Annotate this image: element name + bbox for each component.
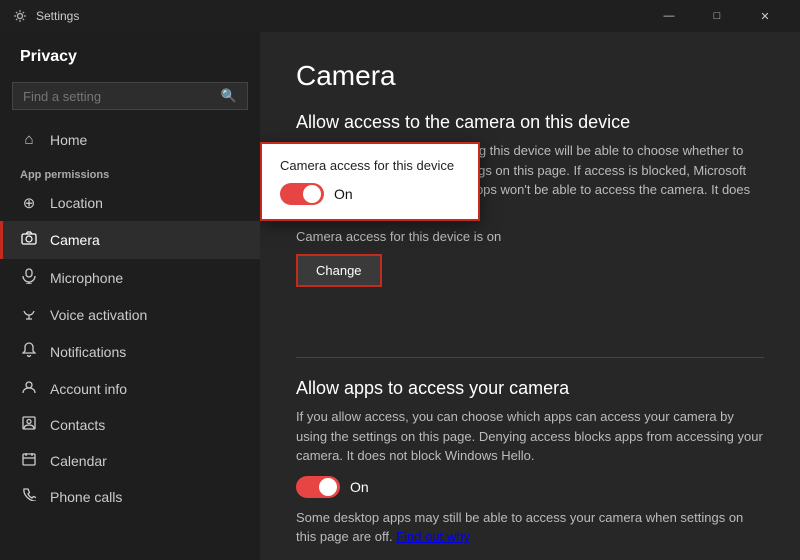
bottom-note: Some desktop apps may still be able to a… bbox=[296, 508, 764, 547]
search-icon: 🔍 bbox=[221, 88, 237, 104]
section1-heading: Allow access to the camera on this devic… bbox=[296, 112, 764, 133]
search-box[interactable]: 🔍 bbox=[12, 82, 248, 110]
calendar-icon bbox=[20, 452, 38, 470]
page-title: Camera bbox=[296, 60, 764, 92]
apps-toggle-knob bbox=[319, 478, 337, 496]
microphone-icon bbox=[20, 268, 38, 288]
window-controls: — □ ✕ bbox=[646, 0, 788, 32]
search-input[interactable] bbox=[23, 89, 221, 104]
location-label: Location bbox=[50, 195, 103, 211]
camera-icon bbox=[20, 230, 38, 250]
microphone-label: Microphone bbox=[50, 270, 123, 286]
voice-activation-label: Voice activation bbox=[50, 307, 147, 323]
change-button[interactable]: Change bbox=[296, 254, 382, 287]
camera-access-popup: Camera access for this device On bbox=[260, 142, 480, 221]
account-icon bbox=[20, 380, 38, 398]
close-button[interactable]: ✕ bbox=[742, 0, 788, 32]
access-note: Camera access for this device is on bbox=[296, 229, 764, 244]
sidebar-item-location[interactable]: ⊕ Location bbox=[0, 185, 260, 221]
sidebar-item-account-info[interactable]: Account info bbox=[0, 371, 260, 407]
minimize-button[interactable]: — bbox=[646, 0, 692, 32]
find-out-why-link[interactable]: Find out why bbox=[396, 529, 470, 544]
settings-icon bbox=[12, 8, 28, 24]
contacts-label: Contacts bbox=[50, 417, 105, 433]
sidebar-item-voice-activation[interactable]: Voice activation bbox=[0, 297, 260, 333]
maximize-button[interactable]: □ bbox=[694, 0, 740, 32]
sidebar-item-microphone[interactable]: Microphone bbox=[0, 259, 260, 297]
main-content: Camera Allow access to the camera on thi… bbox=[260, 32, 800, 560]
phone-icon bbox=[20, 488, 38, 505]
sidebar: Privacy 🔍 ⌂ Home App permissions ⊕ Locat… bbox=[0, 32, 260, 560]
home-label: Home bbox=[50, 132, 87, 148]
popup-toggle-knob bbox=[303, 185, 321, 203]
divider1 bbox=[296, 357, 764, 358]
sidebar-item-home[interactable]: ⌂ Home bbox=[0, 122, 260, 157]
sidebar-item-notifications[interactable]: Notifications bbox=[0, 333, 260, 371]
sidebar-item-calendar[interactable]: Calendar bbox=[0, 443, 260, 479]
apps-toggle-row: On bbox=[296, 476, 764, 498]
sidebar-item-camera[interactable]: Camera bbox=[0, 221, 260, 259]
apps-toggle-label: On bbox=[350, 479, 369, 495]
section2-desc: If you allow access, you can choose whic… bbox=[296, 407, 764, 466]
account-info-label: Account info bbox=[50, 381, 127, 397]
camera-label: Camera bbox=[50, 232, 100, 248]
popup-label: Camera access for this device bbox=[280, 158, 460, 173]
home-icon: ⌂ bbox=[20, 131, 38, 148]
popup-toggle[interactable] bbox=[280, 183, 324, 205]
calendar-label: Calendar bbox=[50, 453, 107, 469]
popup-toggle-label: On bbox=[334, 186, 353, 202]
notifications-label: Notifications bbox=[50, 344, 126, 360]
notifications-icon bbox=[20, 342, 38, 362]
phone-calls-label: Phone calls bbox=[50, 489, 122, 505]
section2-heading: Allow apps to access your camera bbox=[296, 378, 764, 399]
sidebar-item-phone-calls[interactable]: Phone calls bbox=[0, 479, 260, 514]
location-icon: ⊕ bbox=[20, 194, 38, 212]
app-title: Settings bbox=[36, 9, 646, 23]
app-body: Privacy 🔍 ⌂ Home App permissions ⊕ Locat… bbox=[0, 32, 800, 560]
app-permissions-label: App permissions bbox=[0, 157, 260, 185]
voice-icon bbox=[20, 306, 38, 324]
sidebar-privacy-header: Privacy bbox=[0, 32, 260, 74]
apps-access-toggle[interactable] bbox=[296, 476, 340, 498]
contacts-icon bbox=[20, 416, 38, 434]
sidebar-item-contacts[interactable]: Contacts bbox=[0, 407, 260, 443]
title-bar: Settings — □ ✕ bbox=[0, 0, 800, 32]
popup-toggle-row: On bbox=[280, 183, 460, 205]
